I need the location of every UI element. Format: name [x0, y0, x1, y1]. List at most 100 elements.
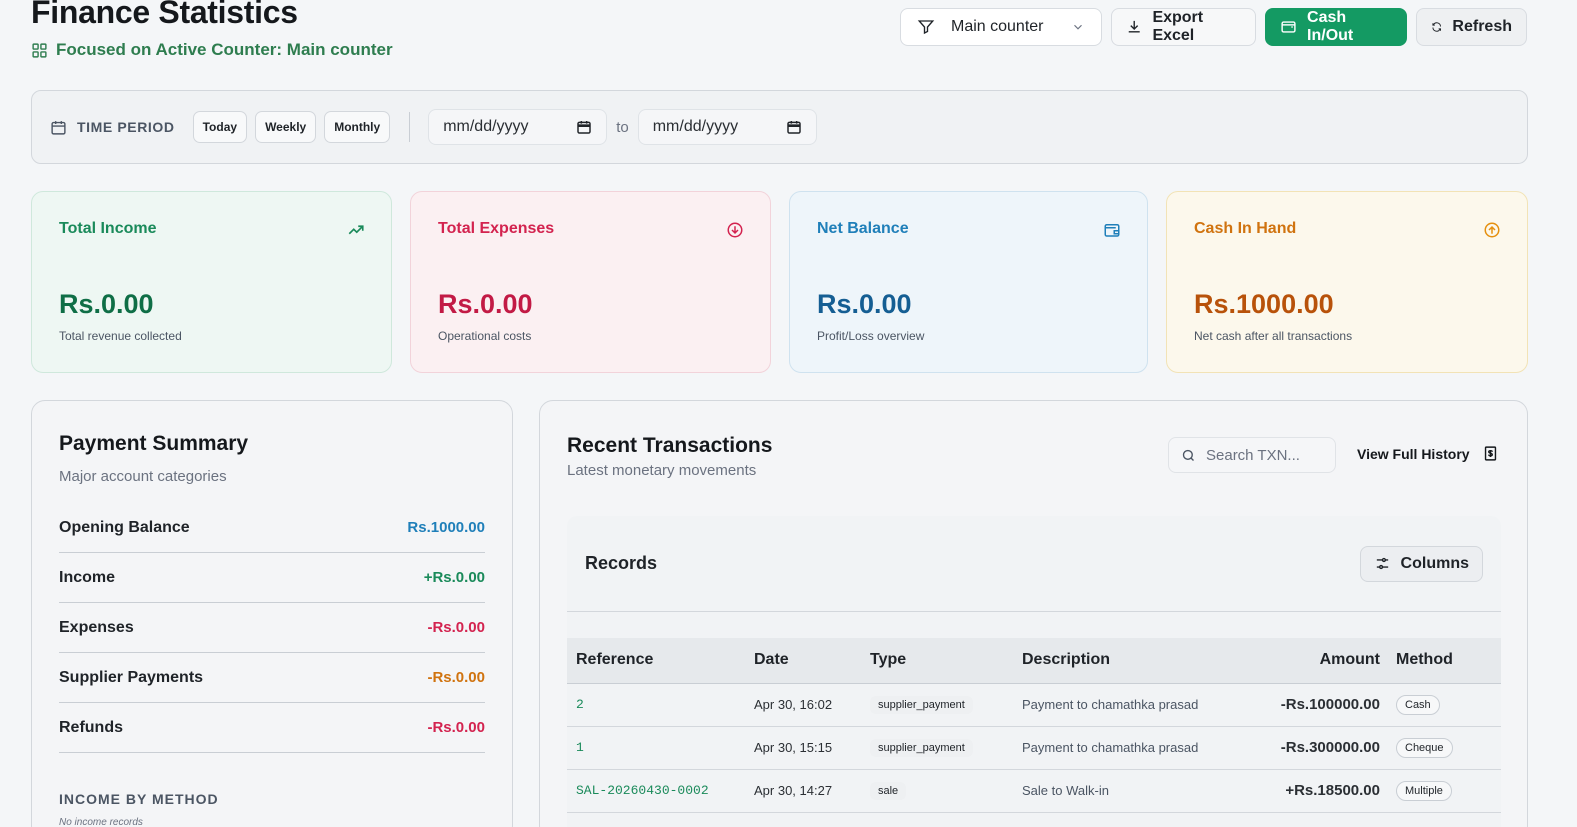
recent-transactions-subtitle: Latest monetary movements — [567, 462, 757, 479]
summary-row-amount: -Rs.0.00 — [427, 619, 485, 636]
payment-summary-title: Payment Summary — [59, 432, 249, 455]
transaction-description: Payment to chamathka prasad — [1022, 726, 1222, 770]
calendar-icon — [51, 120, 66, 135]
net-balance-card: Net Balance Rs.0.00 Profit/Loss overview — [789, 191, 1148, 373]
summary-row-amount: -Rs.0.00 — [427, 669, 485, 686]
time-period-label: TIME PERIOD — [50, 119, 175, 136]
total-income-value: Rs.0.00 — [59, 289, 154, 319]
total-income-card: Total Income Rs.0.00 Total revenue colle… — [31, 191, 392, 373]
transaction-date: Apr 30, 14:27 — [754, 769, 870, 813]
time-period-text: TIME PERIOD — [77, 119, 175, 135]
summary-row-label: Expenses — [59, 618, 134, 636]
records-title: Records — [585, 553, 658, 573]
transaction-search-input[interactable]: Search TXN... — [1168, 437, 1336, 473]
column-header-reference[interactable]: Reference — [567, 638, 754, 684]
column-header-amount[interactable]: Amount — [1222, 638, 1396, 684]
income-by-method-heading: INCOME BY METHOD — [59, 791, 219, 807]
columns-button[interactable]: Columns — [1359, 545, 1483, 582]
net-balance-subtext: Profit/Loss overview — [817, 329, 925, 343]
summary-row-refunds: Refunds -Rs.0.00 — [59, 703, 485, 753]
transaction-amount: -Rs.300000.00 — [1222, 726, 1396, 770]
total-income-subtext: Total revenue collected — [59, 329, 182, 343]
view-full-history-link[interactable]: View Full History — [1357, 445, 1499, 462]
arrow-up-circle-icon — [1484, 222, 1500, 238]
calendar-picker-icon[interactable] — [786, 119, 802, 135]
time-period-bar: TIME PERIOD Today Weekly Monthly mm/dd/y… — [31, 90, 1528, 164]
net-balance-value: Rs.0.00 — [817, 289, 912, 319]
transaction-method-badge: Cash — [1396, 694, 1440, 715]
trending-up-icon — [348, 225, 364, 235]
search-placeholder: Search TXN... — [1206, 446, 1300, 464]
cash-wallet-icon — [1281, 21, 1296, 33]
start-date-input[interactable]: mm/dd/yyyy — [428, 109, 608, 145]
export-excel-button[interactable]: Export Excel — [1111, 8, 1256, 46]
total-income-label: Total Income — [59, 220, 157, 237]
column-header-description[interactable]: Description — [1022, 638, 1222, 684]
transaction-reference[interactable]: SAL-20260430-0002 — [567, 769, 754, 813]
chevron-down-icon — [1074, 24, 1082, 30]
table-row[interactable]: 1 Apr 30, 15:15 supplier_payment Payment… — [567, 726, 1501, 770]
recent-transactions-panel: Recent Transactions Latest monetary move… — [539, 400, 1528, 827]
transaction-reference[interactable]: 1 — [567, 726, 754, 770]
cash-in-hand-card: Cash In Hand Rs.1000.00 Net cash after a… — [1166, 191, 1528, 373]
recent-transactions-title: Recent Transactions — [567, 434, 773, 457]
counter-filter-select[interactable]: Main counter — [900, 8, 1102, 46]
transaction-date: Apr 30, 15:15 — [754, 726, 870, 770]
column-header-method[interactable]: Method — [1396, 638, 1501, 684]
summary-row-opening-balance: Opening Balance Rs.1000.00 — [59, 503, 485, 553]
summary-row-label: Opening Balance — [59, 518, 190, 536]
search-icon — [1182, 449, 1194, 461]
transaction-amount: -Rs.100000.00 — [1222, 683, 1396, 727]
payment-summary-subtitle: Major account categories — [59, 468, 227, 485]
start-date-placeholder: mm/dd/yyyy — [443, 118, 529, 135]
end-date-placeholder: mm/dd/yyyy — [652, 118, 739, 135]
filter-icon — [917, 20, 935, 35]
summary-row-income: Income +Rs.0.00 — [59, 553, 485, 603]
sliders-icon — [1376, 557, 1388, 570]
summary-row-amount: Rs.1000.00 — [407, 519, 485, 536]
cash-in-hand-subtext: Net cash after all transactions — [1194, 329, 1353, 343]
transaction-type-cell: supplier_payment — [870, 683, 1022, 727]
records-header: Records Columns — [567, 516, 1501, 612]
active-counter-text: Focused on Active Counter: Main counter — [56, 40, 393, 59]
download-icon — [1128, 20, 1140, 33]
transaction-method-badge: Cheque — [1396, 737, 1453, 758]
cash-in-out-label: Cash In/Out — [1307, 9, 1354, 44]
transaction-amount: +Rs.18500.00 — [1222, 769, 1396, 813]
table-row[interactable]: 2 Apr 30, 16:02 supplier_payment Payment… — [567, 683, 1501, 727]
calendar-picker-icon[interactable] — [576, 119, 592, 135]
header-actions: Main counter Export Excel Cash In/Out Re… — [900, 8, 1527, 46]
date-range-to-text: to — [616, 118, 629, 136]
transaction-description: Payment to chamathka prasad — [1022, 683, 1222, 727]
summary-row-supplier-payments: Supplier Payments -Rs.0.00 — [59, 653, 485, 703]
period-monthly-button[interactable]: Monthly — [324, 111, 391, 143]
summary-row-amount: -Rs.0.00 — [427, 719, 485, 736]
arrow-down-circle-icon — [727, 222, 743, 238]
refresh-button[interactable]: Refresh — [1416, 8, 1527, 46]
refresh-icon — [1432, 22, 1441, 32]
column-header-type[interactable]: Type — [870, 638, 1022, 684]
summary-row-expenses: Expenses -Rs.0.00 — [59, 603, 485, 653]
transactions-table: Reference Date Type Description Amount M… — [567, 638, 1501, 813]
transaction-reference[interactable]: 2 — [567, 683, 754, 727]
column-header-date[interactable]: Date — [754, 638, 870, 684]
summary-row-label: Supplier Payments — [59, 668, 204, 686]
transaction-date: Apr 30, 16:02 — [754, 683, 870, 727]
total-expenses-value: Rs.0.00 — [438, 289, 533, 319]
period-weekly-button[interactable]: Weekly — [255, 111, 317, 143]
active-counter-indicator: Focused on Active Counter: Main counter — [31, 40, 393, 60]
counter-filter-value: Main counter — [951, 18, 1044, 35]
summary-row-label: Income — [59, 568, 116, 586]
cash-in-hand-label: Cash In Hand — [1194, 220, 1297, 237]
transaction-method-cell: Multiple — [1396, 769, 1501, 813]
view-full-history-label: View Full History — [1357, 445, 1470, 462]
period-today-button[interactable]: Today — [192, 111, 248, 143]
records-card: Records Columns Reference Date Type Desc… — [567, 516, 1501, 827]
payment-summary-panel: Payment Summary Major account categories… — [31, 400, 513, 827]
table-row[interactable]: SAL-20260430-0002 Apr 30, 14:27 sale Sal… — [567, 769, 1501, 813]
receipt-icon — [1484, 446, 1496, 461]
transaction-method-badge: Multiple — [1396, 780, 1452, 801]
cash-in-out-button[interactable]: Cash In/Out — [1265, 8, 1407, 46]
transaction-method-cell: Cash — [1396, 683, 1501, 727]
end-date-input[interactable]: mm/dd/yyyy — [637, 109, 817, 145]
